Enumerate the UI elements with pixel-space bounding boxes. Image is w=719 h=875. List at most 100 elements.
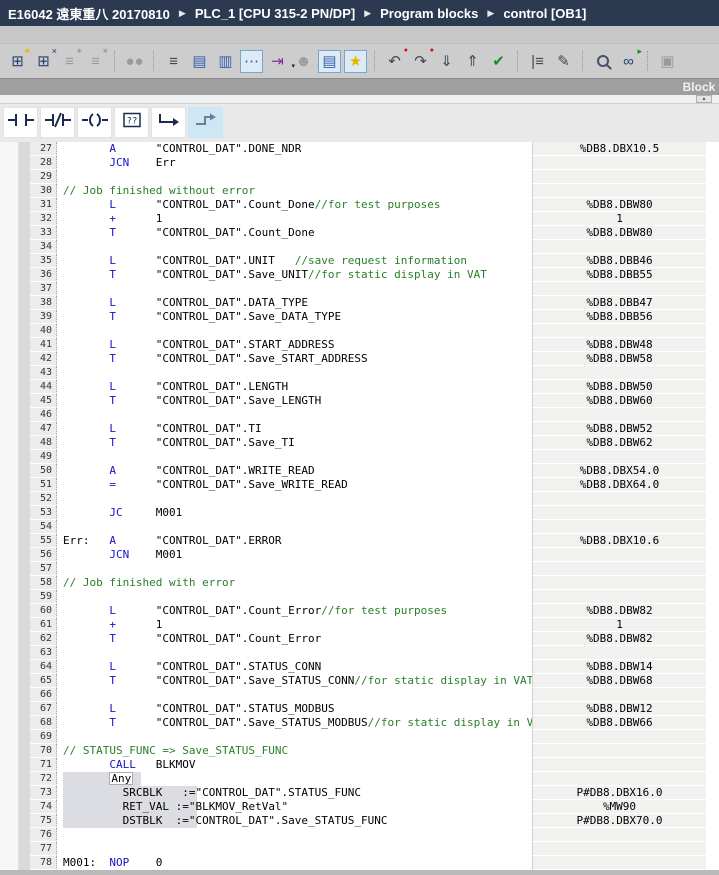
gutter-inner [19,702,30,716]
compile-icon[interactable]: ✔ [487,50,510,73]
code-line[interactable] [57,562,532,576]
code-line[interactable]: T "CONTROL_DAT".Save_TI [57,436,532,450]
code-line[interactable]: SRCBLK :="CONTROL_DAT".STATUS_FUNC [57,786,532,800]
code-line[interactable]: T "CONTROL_DAT".Save_START_ADDRESS [57,352,532,366]
open-all-networks-icon[interactable]: ▤ [188,50,211,73]
code-line[interactable] [57,688,532,702]
insert-empty-box-button[interactable]: ?? [114,107,149,138]
insert-network-icon[interactable]: ⊞✶ [6,50,29,73]
gutter-outer [0,282,19,296]
collapse-up-button[interactable]: ▲ [696,95,712,103]
code-line[interactable]: // Job finished without error [57,184,532,198]
code-line[interactable] [57,408,532,422]
code-line[interactable] [57,520,532,534]
code-line[interactable]: JCN M001 [57,548,532,562]
code-line[interactable]: + 1 [57,212,532,226]
code-line[interactable] [57,828,532,842]
code-line[interactable]: T "CONTROL_DAT".Save_LENGTH [57,394,532,408]
multi-instance-icon[interactable]: ☻▾ [292,50,315,73]
code-line[interactable] [57,590,532,604]
code-line[interactable] [57,450,532,464]
code-line[interactable]: RET_VAL :="BLKMOV_RetVal" [57,800,532,814]
copy-format-icon[interactable]: ●● [123,50,146,73]
code-line[interactable]: M001: NOP 0 [57,856,532,870]
code-line[interactable]: L "CONTROL_DAT".LENGTH [57,380,532,394]
code-line[interactable] [57,730,532,744]
find-replace-icon[interactable] [591,50,614,73]
block-interface-label[interactable]: Block i [683,80,719,94]
insert-no-contact-button[interactable] [3,107,38,138]
undo-icon[interactable]: ↶● [383,50,406,73]
code-line[interactable]: T "CONTROL_DAT".Save_DATA_TYPE [57,310,532,324]
gutter-outer [0,646,19,660]
upload-from-device-icon[interactable]: ⇑ [461,50,484,73]
code-line[interactable]: T "CONTROL_DAT".Count_Error [57,632,532,646]
code-line[interactable]: CALL BLKMOV [57,758,532,772]
operand-address [532,184,706,198]
code-line[interactable]: JC M001 [57,506,532,520]
code-line[interactable]: T "CONTROL_DAT".Save_UNIT//for static di… [57,268,532,282]
code-line[interactable] [57,366,532,380]
code-line[interactable]: L "CONTROL_DAT".STATUS_CONN [57,660,532,674]
code-line[interactable] [57,646,532,660]
code-line[interactable]: L "CONTROL_DAT".Count_Done//for test pur… [57,198,532,212]
insert-closed-branch-button[interactable] [188,107,223,138]
code-line[interactable]: // Job finished with error [57,576,532,590]
code-line[interactable]: Any [57,772,532,786]
network-outline-icon[interactable]: ≡ [162,50,185,73]
line-number: 35 [30,254,57,268]
code-line[interactable] [57,240,532,254]
code-line[interactable]: Err: A "CONTROL_DAT".ERROR [57,534,532,548]
insert-coil-button[interactable] [77,107,112,138]
breadcrumb-item[interactable]: Program blocks [380,6,478,21]
code-line[interactable] [57,492,532,506]
redo-icon-glyph: ↷ [414,54,427,69]
insert-comment-line-icon[interactable]: ≡✶ [84,50,107,73]
code-line[interactable]: A "CONTROL_DAT".DONE_NDR [57,142,532,156]
code-line[interactable]: L "CONTROL_DAT".STATUS_MODBUS [57,702,532,716]
network-comments-toggle-icon[interactable]: ⋯ [240,50,263,73]
code-line[interactable]: = "CONTROL_DAT".Save_WRITE_READ [57,478,532,492]
row-margin [706,226,719,240]
favorites-toggle-icon[interactable]: ★ [344,50,367,73]
monitoring-icon[interactable]: ∞▸ [617,50,640,73]
goto-next-point-icon[interactable]: |≡ [526,50,549,73]
code-line[interactable]: L "CONTROL_DAT".START_ADDRESS [57,338,532,352]
code-line[interactable]: // STATUS_FUNC => Save_STATUS_FUNC [57,744,532,758]
goto-previous-point-icon[interactable]: ✎ [552,50,575,73]
code-line[interactable]: DSTBLK :="CONTROL_DAT".Save_STATUS_FUNC [57,814,532,828]
breadcrumb-item[interactable]: control [OB1] [503,6,586,21]
insert-stl-network-icon[interactable]: ≡✶ [58,50,81,73]
breadcrumb-item[interactable]: PLC_1 [CPU 315-2 PN/DP] [195,6,355,21]
insert-fb-call-icon[interactable]: ⇥▾ [266,50,289,73]
code-line[interactable]: T "CONTROL_DAT".Save_STATUS_MODBUS//for … [57,716,532,730]
code-line[interactable]: JCN Err [57,156,532,170]
row-margin [706,814,719,828]
breadcrumb-item[interactable]: E16042 遠東重八 20170810 [8,4,170,23]
code-line[interactable]: L "CONTROL_DAT".DATA_TYPE [57,296,532,310]
operand: "CONTROL_DAT".UNIT [156,254,275,267]
instruction: L [109,422,155,435]
code-line[interactable]: T "CONTROL_DAT".Count_Done [57,226,532,240]
close-all-networks-icon[interactable]: ▥ [214,50,237,73]
code-line[interactable] [57,170,532,184]
code-line[interactable]: + 1 [57,618,532,632]
code-line[interactable]: A "CONTROL_DAT".WRITE_READ [57,464,532,478]
code-line[interactable]: T "CONTROL_DAT".Save_STATUS_CONN//for st… [57,674,532,688]
gutter-inner [19,226,30,240]
insert-open-branch-button[interactable] [151,107,186,138]
delete-network-icon[interactable]: ⊞× [32,50,55,73]
insert-nc-contact-button[interactable] [40,107,75,138]
code-line[interactable]: L "CONTROL_DAT".UNIT //save request info… [57,254,532,268]
any-pointer-field[interactable]: Any [109,772,133,785]
download-to-device-icon[interactable]: ⇓ [435,50,458,73]
code-line[interactable] [57,842,532,856]
instruction: T [109,394,155,407]
code-line[interactable] [57,282,532,296]
code-line[interactable]: L "CONTROL_DAT".TI [57,422,532,436]
block-properties-icon[interactable]: ▣ [656,50,679,73]
absolute-symbolic-operands-icon[interactable]: ▤ [318,50,341,73]
code-line[interactable] [57,324,532,338]
code-line[interactable]: L "CONTROL_DAT".Count_Error//for test pu… [57,604,532,618]
redo-icon[interactable]: ↷● [409,50,432,73]
